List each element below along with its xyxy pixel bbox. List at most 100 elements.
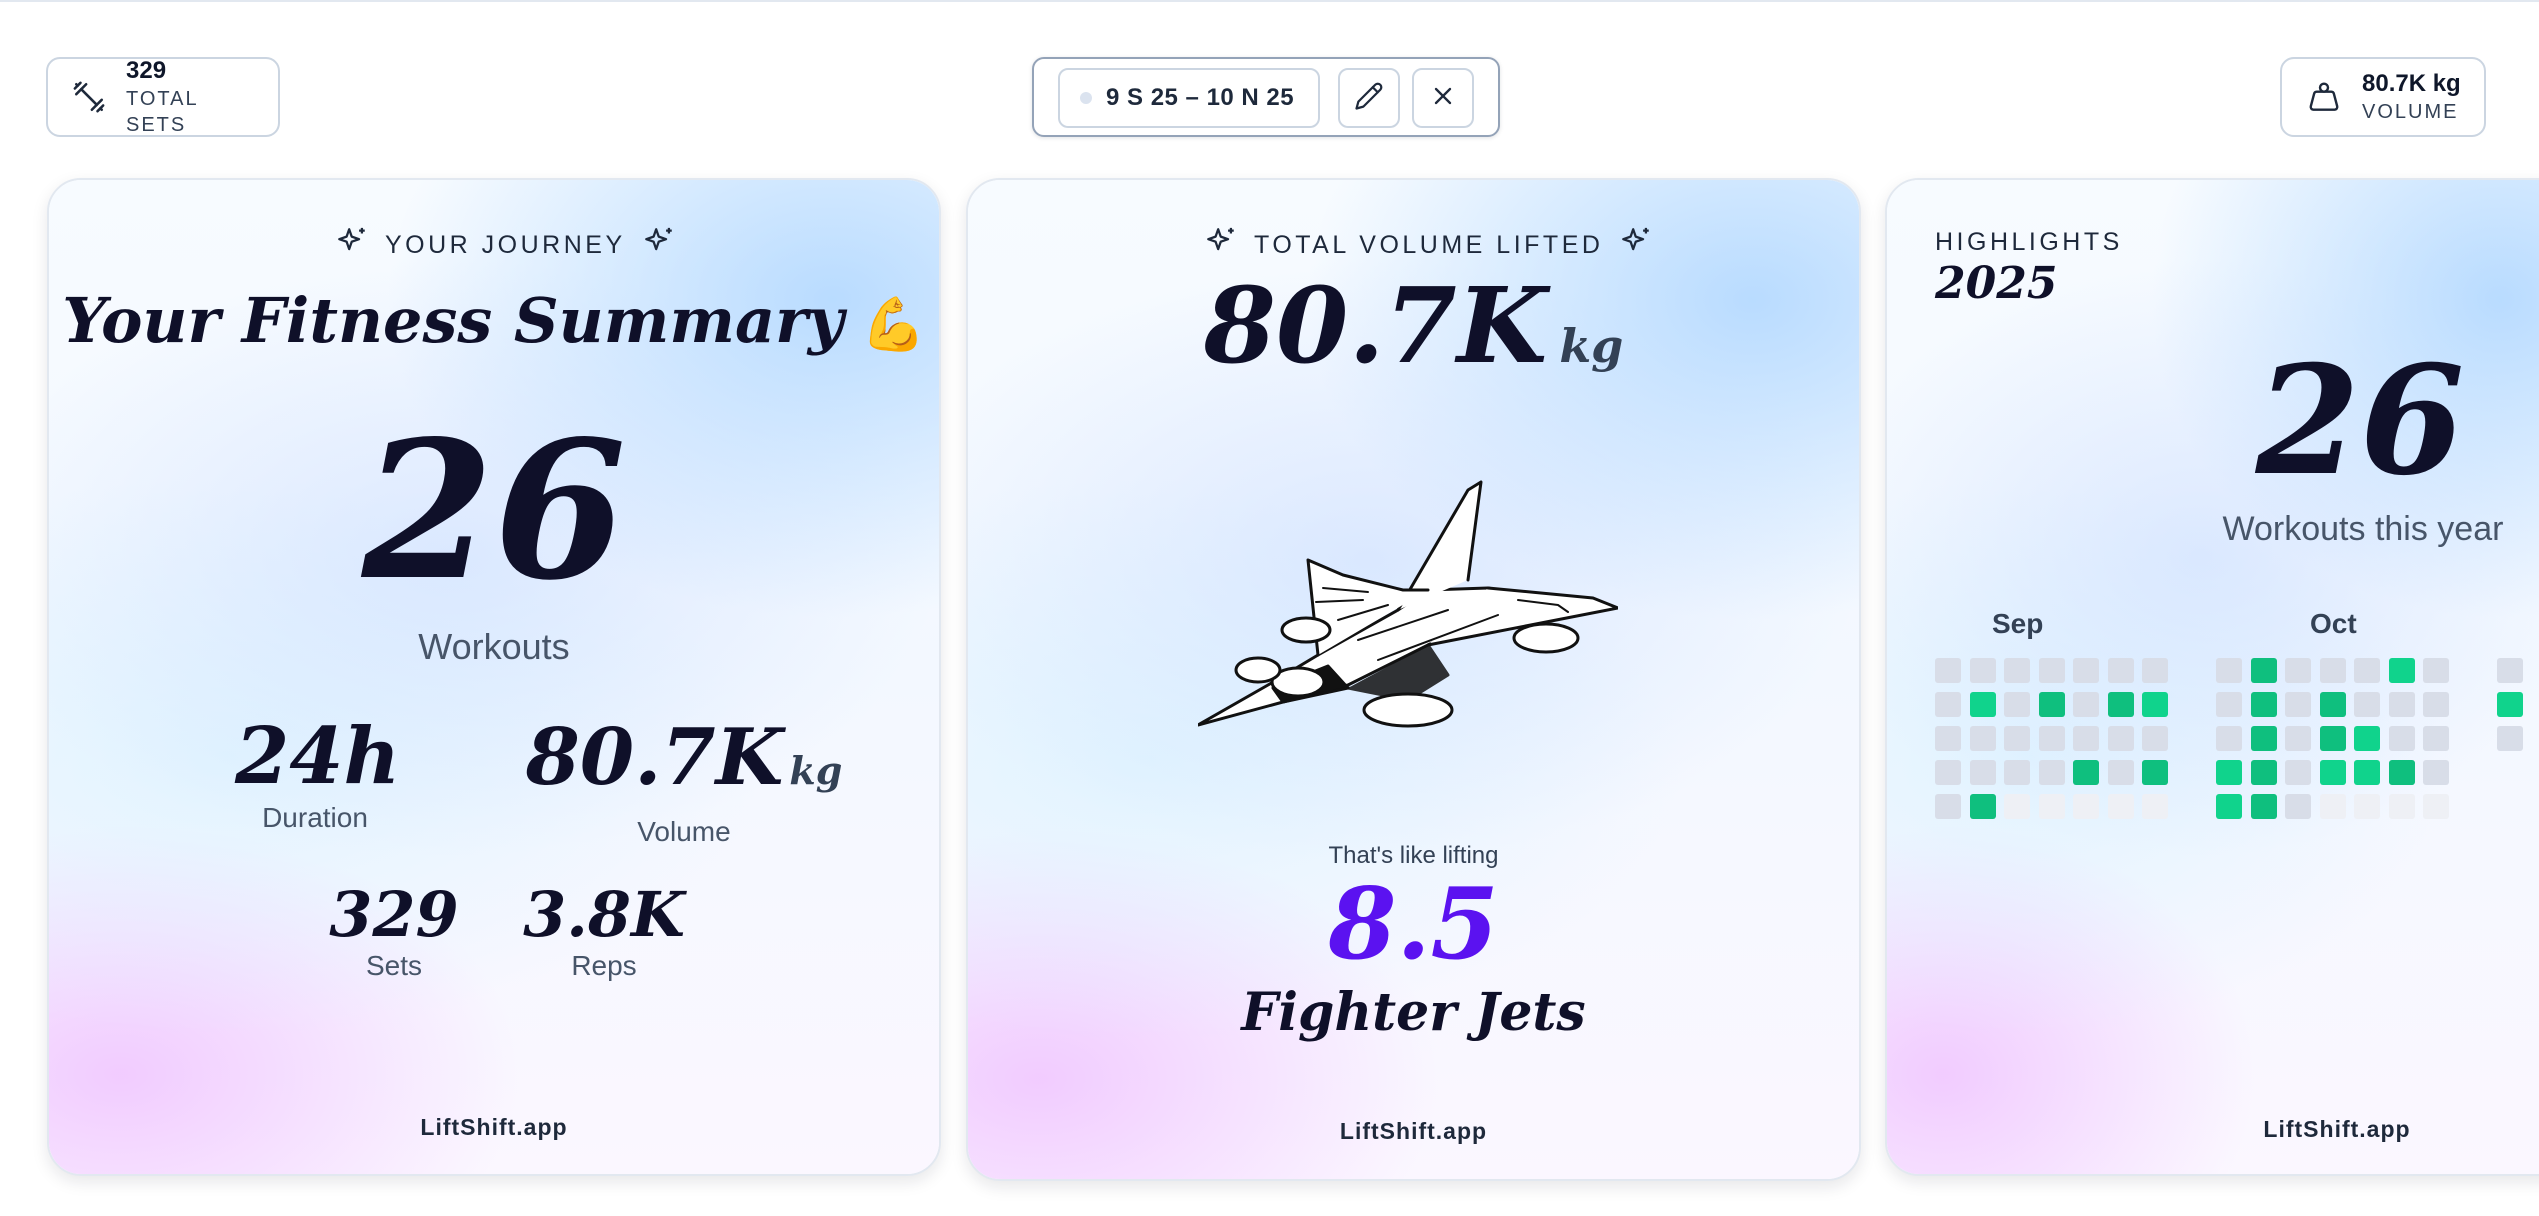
- heatmap-day-cell: [1969, 760, 1996, 785]
- heatmap-day-cell: [2250, 692, 2277, 717]
- card-footer-brand: LiftShift.app: [2263, 1116, 2411, 1142]
- summary-eyebrow-text: YOUR JOURNEY: [385, 231, 626, 259]
- comparison-intro: That's like lifting: [1328, 842, 1499, 869]
- dumbbell-icon: [72, 79, 106, 115]
- card-footer-brand: LiftShift.app: [420, 1114, 568, 1140]
- yearly-workouts-label: Workouts this year: [2222, 510, 2504, 548]
- heatmap-day-cell: [1969, 692, 1996, 717]
- total-sets-chip: 329 TOTAL SETS: [46, 57, 280, 137]
- heatmap-day-cell: [2354, 794, 2380, 819]
- volume-label: Volume: [637, 816, 731, 847]
- heatmap-day-cell: [2285, 658, 2311, 683]
- volume-big-unit: kg: [1559, 319, 1624, 373]
- heatmap-day-cell: [2038, 794, 2065, 819]
- workouts-label: Workouts: [418, 626, 570, 667]
- heatmap-day-cell: [2388, 726, 2415, 751]
- heatmap-day-cell: [2388, 692, 2415, 717]
- heatmap-day-cell: [2319, 760, 2346, 785]
- volume-big-value: 80.7K: [1203, 264, 1548, 387]
- heatmap-day-cell: [2004, 760, 2030, 785]
- heatmap-day-cell: [2388, 658, 2415, 683]
- heatmap-day-cell: [2285, 726, 2311, 751]
- comparison-object: Fighter Jets: [1241, 982, 1586, 1043]
- heatmap-day-cell: [2423, 658, 2449, 683]
- volume-eyebrow: TOTAL VOLUME LIFTED: [1204, 225, 1653, 266]
- heatmap-day-cell: [2107, 726, 2134, 751]
- summary-title-row: Your Fitness Summary 💪: [49, 284, 939, 357]
- volume-stat: 80.7K kg Volume: [519, 714, 849, 848]
- heatmap-day-cell: [1935, 794, 1961, 819]
- workouts-count: 26: [361, 399, 627, 622]
- fitness-summary-card[interactable]: YOUR JOURNEY Your Fitness Summary 💪 26 W…: [47, 178, 941, 1176]
- date-range-pill[interactable]: 9 S 25 – 10 N 25: [1058, 68, 1320, 128]
- heatmap-day-cell: [2423, 692, 2449, 717]
- date-range-text: 9 S 25 – 10 N 25: [1106, 84, 1295, 111]
- heatmap-day-cell: [2142, 726, 2168, 751]
- heatmap-day-cell: [2497, 658, 2523, 683]
- heatmap-day-cell: [2250, 794, 2277, 819]
- heatmap-day-cell: [2354, 760, 2380, 785]
- heatmap-day-cell: [1935, 760, 1961, 785]
- clear-range-button[interactable]: [1412, 68, 1474, 128]
- heatmap-day-cell: [2038, 726, 2065, 751]
- volume-value: 80.7K: [525, 712, 784, 803]
- heatmap-day-cell: [2073, 726, 2099, 751]
- heatmap-day-cell: [2497, 692, 2523, 717]
- comparison-count: 8.5: [1328, 867, 1499, 982]
- duration-value: 24h: [235, 711, 401, 802]
- heatmap-day-cell: [2354, 692, 2380, 717]
- reps-value: 3.8K: [523, 878, 685, 951]
- heatmap-day-cell: [2073, 658, 2099, 683]
- heatmap-day-cell: [2250, 760, 2277, 785]
- heatmap-day-cell: [2319, 726, 2346, 751]
- heatmap-day-cell: [2216, 760, 2242, 785]
- sets-label: Sets: [365, 950, 423, 981]
- heatmap-day-cell: [2004, 726, 2030, 751]
- heatmap-day-cell: [2423, 726, 2449, 751]
- volume-headline: 80.7K kg: [968, 266, 1859, 406]
- heatmap-day-cell: [2319, 692, 2346, 717]
- summary-title: Your Fitness Summary: [62, 284, 844, 357]
- edit-range-button[interactable]: [1338, 68, 1400, 128]
- heatmap-day-cell: [2216, 658, 2242, 683]
- sparkles-icon: [642, 225, 676, 266]
- date-range-control: 9 S 25 – 10 N 25: [1032, 57, 1500, 137]
- heatmap-day-cell: [2285, 794, 2311, 819]
- heatmap-day-cell: [2004, 794, 2030, 819]
- heatmap-day-cell: [2388, 794, 2415, 819]
- heatmap-day-cell: [2285, 692, 2311, 717]
- heatmap-day-cell: [2142, 760, 2168, 785]
- yearly-workouts-count: 26: [2255, 333, 2465, 509]
- heatmap-day-cell: [2142, 658, 2168, 683]
- heatmap-day-cell: [2038, 760, 2065, 785]
- volume-unit: kg: [789, 748, 843, 793]
- heatmap-day-cell: [2354, 658, 2380, 683]
- duration-label: Duration: [262, 802, 368, 833]
- total-volume-card[interactable]: TOTAL VOLUME LIFTED 80.7K kg That's like …: [966, 178, 1861, 1181]
- heatmap-day-cell: [2073, 760, 2099, 785]
- heatmap-day-cell: [2285, 760, 2311, 785]
- heatmap-day-cell: [2073, 794, 2099, 819]
- heatmap-day-cell: [1935, 692, 1961, 717]
- heatmap-day-cell: [2423, 760, 2449, 785]
- heatmap-day-cell: [2250, 726, 2277, 751]
- heatmap-day-cell: [2216, 726, 2242, 751]
- sets-stat: 329 Sets: [319, 880, 469, 982]
- summary-eyebrow: YOUR JOURNEY: [335, 225, 676, 266]
- sparkles-icon: [1204, 225, 1238, 266]
- weight-icon: [2306, 79, 2342, 115]
- fighter-jet-illustration: [1196, 470, 1620, 760]
- highlights-card[interactable]: HIGHLIGHTS 2025 26 Workouts this year Se…: [1885, 178, 2539, 1176]
- heatmap-day-cell: [2004, 692, 2030, 717]
- heatmap-day-cell: [2038, 658, 2065, 683]
- volume-chip-label: VOLUME: [2362, 101, 2459, 123]
- total-sets-value: 329: [126, 57, 167, 84]
- highlights-eyebrow: HIGHLIGHTS: [1935, 228, 2123, 256]
- heatmap-day-cell: [2004, 658, 2030, 683]
- volume-chip-value: 80.7K kg: [2362, 70, 2461, 97]
- heatmap-day-cell: [2107, 794, 2134, 819]
- heatmap-day-cell: [2107, 760, 2134, 785]
- volume-eyebrow-text: TOTAL VOLUME LIFTED: [1254, 231, 1604, 259]
- heatmap-day-cell: [2107, 692, 2134, 717]
- heatmap-day-cell: [2142, 794, 2168, 819]
